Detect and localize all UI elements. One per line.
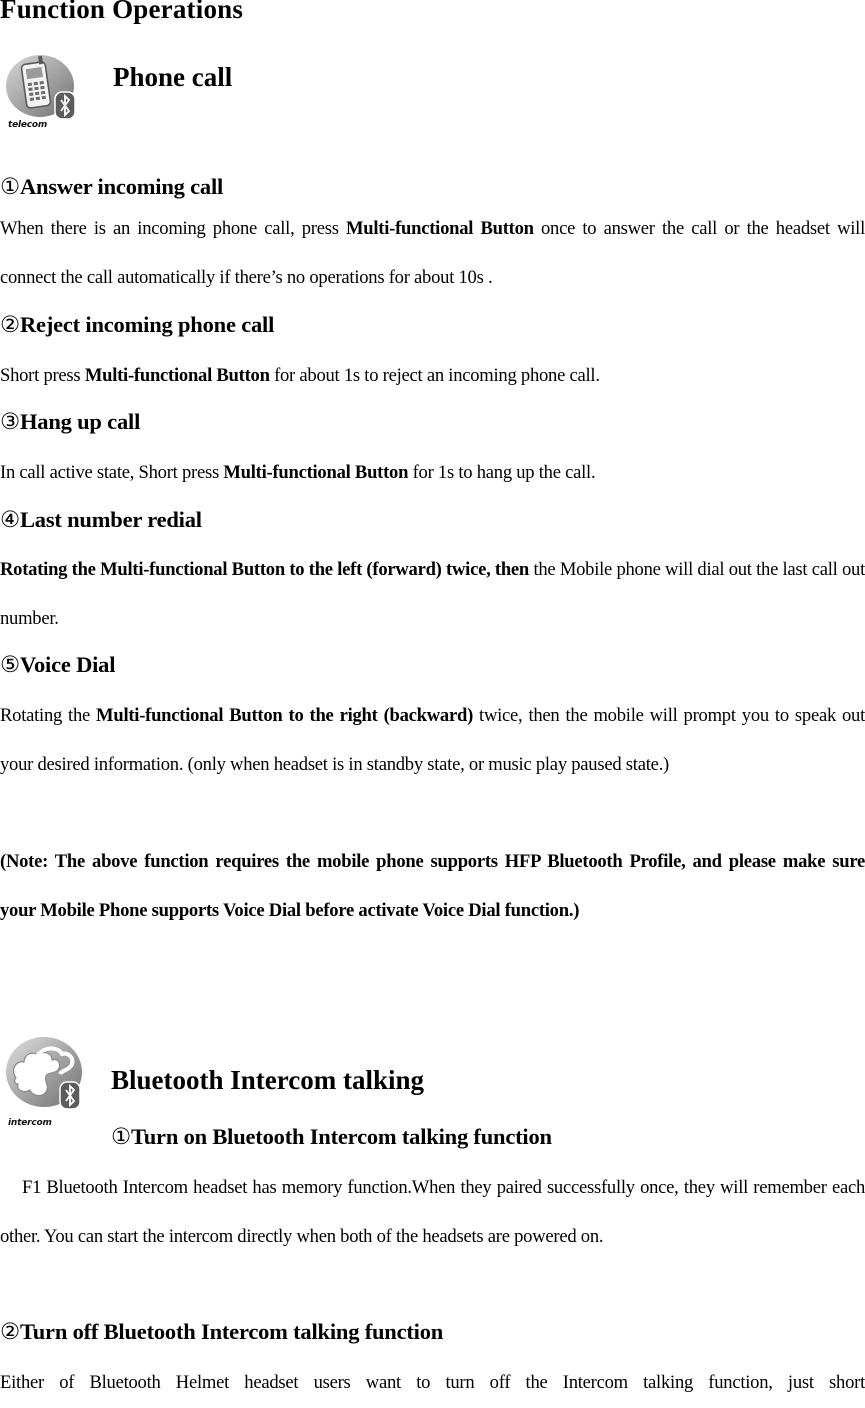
intercom-icon: intercom: [2, 1034, 82, 1128]
item-number: ④: [0, 507, 20, 532]
item-heading-voice-dial: ⑤Voice Dial: [0, 652, 116, 677]
item-heading-turn-on-intercom: ①Turn on Bluetooth Intercom talking func…: [111, 1124, 552, 1149]
item-number: ②: [0, 1319, 20, 1344]
item-heading-turn-off-intercom: ②Turn off Bluetooth Intercom talking fun…: [0, 1319, 444, 1344]
item-text-hang-up: In call active state, Short press Multi-…: [0, 462, 596, 483]
voice-dial-note: (Note: The above function requires the m…: [0, 851, 865, 921]
item-text-turn-off-intercom: Either of Bluetooth Helmet headset users…: [0, 1372, 865, 1393]
intercom-icon-label: intercom: [8, 1118, 52, 1128]
item-heading-reject-call: ②Reject incoming phone call: [0, 312, 275, 337]
item-text-voice-dial: Rotating the Multi-functional Button to …: [0, 705, 865, 775]
item-text-reject-call: Short press Multi-functional Button for …: [0, 365, 600, 386]
item-number: ⑤: [0, 652, 20, 677]
item-number: ①: [0, 174, 20, 199]
item-text-last-redial: Rotating the Multi-functional Button to …: [0, 559, 865, 629]
item-heading-last-redial: ④Last number redial: [0, 507, 202, 532]
telecom-icon-label: telecom: [8, 120, 48, 130]
page-title: Function Operations: [0, 0, 244, 24]
item-text-turn-on-intercom: F1 Bluetooth Intercom headset has memory…: [0, 1177, 865, 1247]
item-text-answer-call: When there is an incoming phone call, pr…: [0, 218, 865, 288]
item-number: ②: [0, 312, 20, 337]
item-number: ③: [0, 409, 20, 434]
telecom-icon: telecom: [2, 48, 82, 140]
section-title-phone-call: Phone call: [113, 62, 233, 92]
item-heading-hang-up: ③Hang up call: [0, 409, 141, 434]
item-heading-answer-call: ①Answer incoming call: [0, 174, 224, 199]
section-title-intercom: Bluetooth Intercom talking: [111, 1065, 425, 1095]
item-number: ①: [111, 1124, 131, 1149]
